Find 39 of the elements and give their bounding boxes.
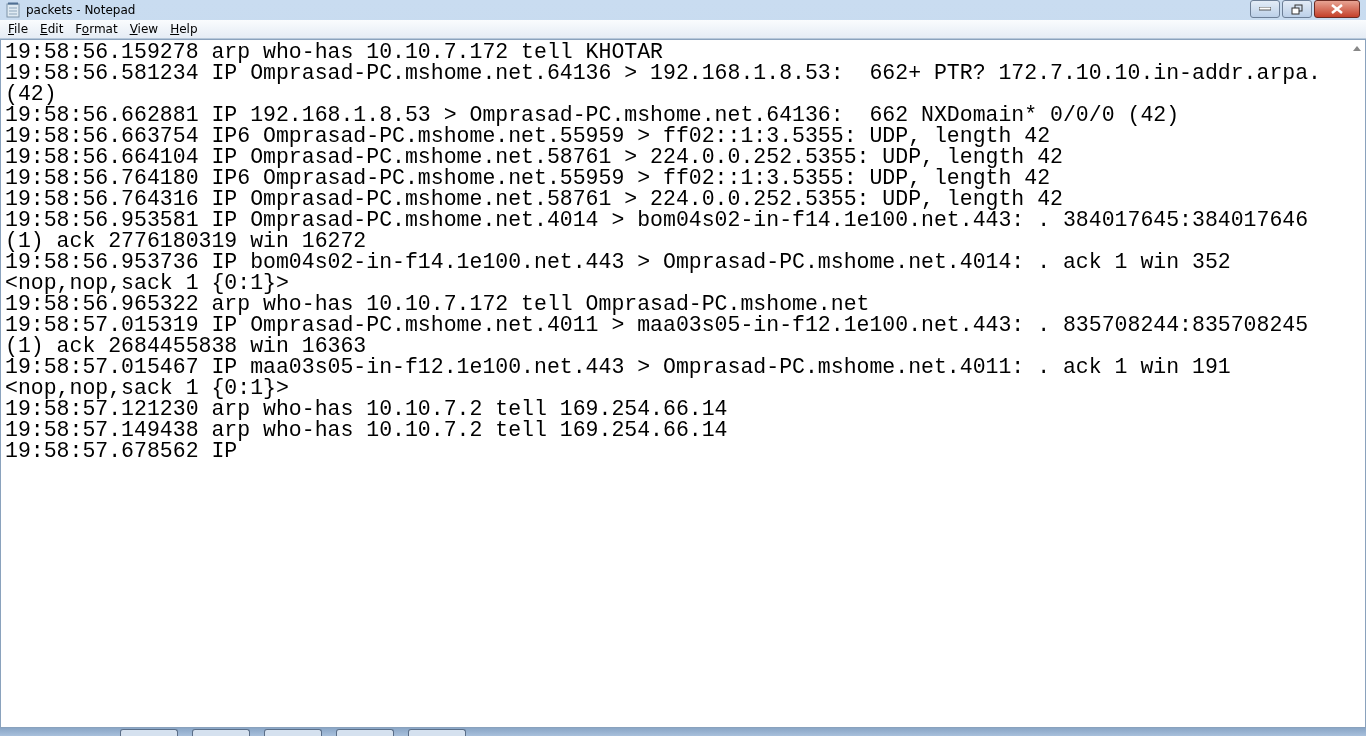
text-line: 19:58:56.764316 IP Omprasad-PC.mshome.net.58761 > 224.0.0.252.5355: UDP, length 42 [5, 189, 1063, 210]
taskbar-button[interactable] [264, 729, 322, 736]
text-line: 19:58:57.121230 arp who-has 10.10.7.2 tell 169.254.66.14 [5, 399, 728, 420]
text-line: 19:58:57.015467 IP maa03s05-in-f12.1e100.net.443 > Omprasad-PC.mshome.net.4011: . ack 1 win 191 [5, 357, 1231, 378]
text-line: 19:58:56.662881 IP 192.168.1.8.53 > Omprasad-PC.mshome.net.64136: 662 NXDomain* 0/0/0 (42) [5, 105, 1180, 126]
text-line: 19:58:56.953581 IP Omprasad-PC.mshome.net.4014 > bom04s02-in-f14.1e100.net.443: . 384017645:384017646 [5, 210, 1309, 231]
close-icon [1331, 4, 1343, 14]
menu-item[interactable]: Format [69, 22, 124, 36]
taskbar-button[interactable] [408, 729, 466, 736]
close-button[interactable] [1314, 0, 1360, 18]
restore-icon [1291, 3, 1303, 15]
notepad-icon [6, 2, 20, 18]
up-arrow-icon [1352, 46, 1361, 51]
text-line: 19:58:56.664104 IP Omprasad-PC.mshome.net.58761 > 224.0.0.252.5355: UDP, length 42 [5, 147, 1063, 168]
taskbar-button[interactable] [120, 729, 178, 736]
text-line: (1) ack 2776180319 win 16272 [5, 231, 367, 252]
text-line: (1) ack 2684455838 win 16363 [5, 336, 367, 357]
text-line: 19:58:57.015319 IP Omprasad-PC.mshome.net.4011 > maa03s05-in-f12.1e100.net.443: . 835708244:835708245 [5, 315, 1309, 336]
minimize-icon [1259, 7, 1271, 11]
menu-item[interactable]: File [2, 22, 35, 36]
taskbar-button[interactable] [336, 729, 394, 736]
text-line: 19:58:56.159278 arp who-has 10.10.7.172 tell KHOTAR [5, 42, 663, 63]
text-line: (42) [5, 84, 57, 105]
window-title: packets - Notepad [26, 3, 136, 17]
text-line: 19:58:56.663754 IP6 Omprasad-PC.mshome.net.55959 > ff02::1:3.5355: UDP, length 42 [5, 126, 1051, 147]
taskbar-button[interactable] [192, 729, 250, 736]
menu-item[interactable]: Help [164, 22, 204, 36]
text-line: 19:58:57.678562 IP [5, 441, 238, 462]
text-line: 19:58:56.965322 arp who-has 10.10.7.172 tell Omprasad-PC.mshome.net [5, 294, 870, 315]
menu-item[interactable]: View [123, 22, 165, 36]
text-line: 19:58:57.149438 arp who-has 10.10.7.2 tell 169.254.66.14 [5, 420, 728, 441]
menu-item[interactable]: Edit [34, 22, 70, 36]
minimize-button[interactable] [1250, 0, 1280, 18]
text-line: 19:58:56.581234 IP Omprasad-PC.mshome.net.64136 > 192.168.1.8.53: 662+ PTR? 172.7.10.10.in-addr.arpa. [5, 63, 1321, 84]
text-line: <nop,nop,sack 1 {0:1}> [5, 273, 289, 294]
text-line: 19:58:56.764180 IP6 Omprasad-PC.mshome.net.55959 > ff02::1:3.5355: UDP, length 42 [5, 168, 1051, 189]
restore-button[interactable] [1282, 0, 1312, 18]
text-line: 19:58:56.953736 IP bom04s02-in-f14.1e100.net.443 > Omprasad-PC.mshome.net.4014: . ack 1 win 352 [5, 252, 1231, 273]
text-line: <nop,nop,sack 1 {0:1}> [5, 378, 289, 399]
